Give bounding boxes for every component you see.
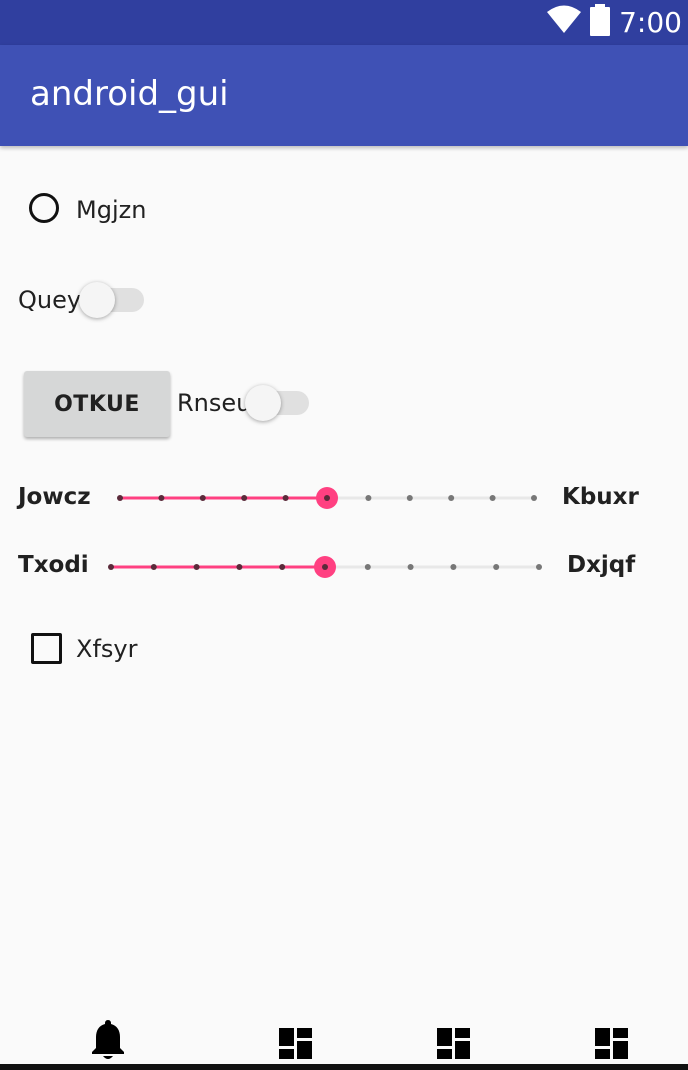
dashboard-icon[interactable] xyxy=(592,1018,632,1062)
slider-tick[interactable] xyxy=(365,495,372,501)
slider1-right-label: Kbuxr xyxy=(562,484,639,510)
slider-tick[interactable] xyxy=(406,495,413,501)
slider-tick[interactable] xyxy=(493,564,500,570)
bottom-divider xyxy=(0,1064,688,1070)
otkue-button[interactable]: OTKUE xyxy=(24,371,170,437)
slider-tick[interactable] xyxy=(193,564,200,570)
switch-thumb[interactable] xyxy=(245,385,281,421)
slider-tick[interactable] xyxy=(199,495,206,501)
slider-tick[interactable] xyxy=(241,495,248,501)
slider-tick[interactable] xyxy=(158,495,165,501)
radio-button[interactable] xyxy=(29,193,59,223)
wifi-icon xyxy=(547,5,582,40)
slider-tick[interactable] xyxy=(364,564,371,570)
status-bar: 7:00 xyxy=(0,0,688,45)
slider-tick[interactable] xyxy=(536,564,542,570)
slider-tick[interactable] xyxy=(531,495,537,501)
slider-thumb-center[interactable] xyxy=(322,564,328,570)
slider-tick[interactable] xyxy=(279,564,286,570)
slider-tick[interactable] xyxy=(450,564,457,570)
slider2-right-label: Dxjqf xyxy=(567,552,636,578)
switch-label-rnseu: Rnseu xyxy=(177,389,252,417)
switch-label-queyi: Queyi xyxy=(18,286,88,314)
slider-tick[interactable] xyxy=(282,495,289,501)
app-title: android_gui xyxy=(30,74,229,114)
switch-thumb[interactable] xyxy=(79,282,115,318)
dashboard-icon[interactable] xyxy=(276,1018,316,1062)
slider-tick[interactable] xyxy=(407,564,414,570)
slider-tick[interactable] xyxy=(236,564,243,570)
slider-tick[interactable] xyxy=(150,564,157,570)
radio-label[interactable]: Mgjzn xyxy=(76,196,146,224)
status-time: 7:00 xyxy=(619,6,682,39)
slider-tick[interactable] xyxy=(108,564,114,570)
slider-tick[interactable] xyxy=(117,495,123,501)
bell-icon[interactable] xyxy=(88,1018,128,1062)
checkbox-label[interactable]: Xfsyr xyxy=(76,635,137,663)
battery-icon xyxy=(589,4,611,41)
app-bar: android_gui xyxy=(0,45,688,146)
dashboard-icon[interactable] xyxy=(434,1018,474,1062)
checkbox[interactable] xyxy=(31,633,62,664)
slider-thumb-center[interactable] xyxy=(324,495,330,501)
slider-tick[interactable] xyxy=(489,495,496,501)
slider-tick[interactable] xyxy=(448,495,455,501)
